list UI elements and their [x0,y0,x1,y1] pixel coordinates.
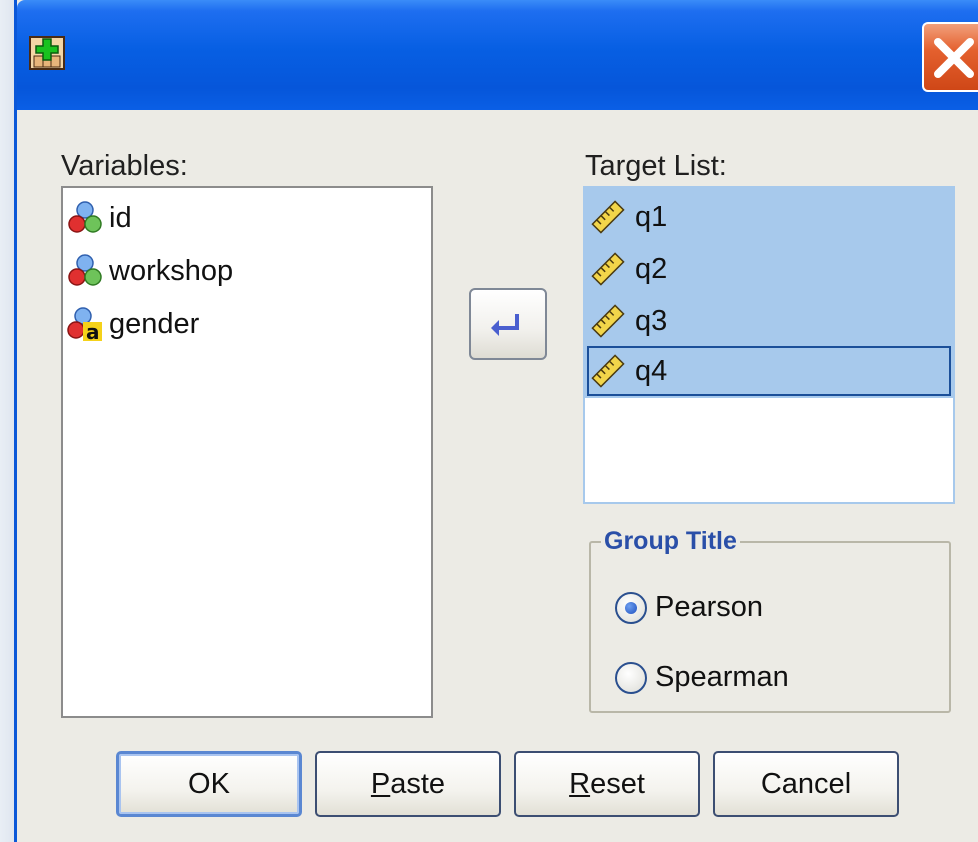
variables-label: Variables: [61,150,188,182]
scale-ruler-icon [591,200,625,234]
ok-label: OK [188,767,230,800]
list-item[interactable]: q2 [589,244,949,294]
target-name: q1 [635,200,668,233]
list-item[interactable]: q3 [589,296,949,346]
desktop-edge [0,0,14,842]
variable-name: id [109,201,132,234]
ok-button[interactable]: OK [116,751,302,817]
variable-name: gender [109,307,200,340]
nominal-string-icon: a [67,307,102,342]
list-item[interactable]: id [67,192,132,244]
paste-accelerator: P [370,767,391,800]
variable-name: workshop [109,254,234,287]
scale-ruler-icon [591,304,625,338]
target-name: q3 [635,304,668,337]
radio-button-checked[interactable] [615,591,647,624]
group-box: Group Title Pearson Spearman [589,527,951,713]
target-name: q4 [635,354,668,387]
list-item[interactable]: workshop [67,245,233,297]
svg-text:a: a [86,320,100,342]
reset-accelerator: R [569,767,591,800]
nominal-numeric-icon [68,254,102,286]
list-item[interactable]: q1 [589,192,949,242]
radio-label: Spearman [655,661,789,693]
list-item[interactable]: q4 [587,346,951,396]
cancel-button[interactable]: Cancel [713,751,899,817]
radio-button[interactable] [615,661,647,694]
group-title: Group Title [601,527,740,556]
arrow-left-icon [491,314,519,336]
move-variable-button[interactable] [469,288,547,360]
target-list[interactable]: q1 q2 q3 q4 [583,186,955,504]
radio-label: Pearson [655,591,764,623]
radio-pearson[interactable]: Pearson [615,591,763,624]
nominal-numeric-icon [68,201,102,233]
list-item[interactable]: a gender [67,298,199,350]
scale-ruler-icon [591,252,625,286]
cancel-label: Cancel [760,767,852,800]
paste-button[interactable]: Paste [315,751,501,817]
variables-list[interactable]: id workshop a gender [61,186,433,718]
app-icon [29,36,65,70]
target-name: q2 [635,252,668,285]
scale-ruler-icon [591,354,625,388]
paste-label: aste [390,767,446,800]
close-icon [934,38,974,78]
radio-spearman[interactable]: Spearman [615,661,789,694]
reset-button[interactable]: Reset [514,751,700,817]
reset-label: eset [590,767,645,800]
title-bar[interactable] [17,0,978,110]
target-list-label: Target List: [585,150,727,182]
dialog-window: Variables: id workshop a gender Target L… [14,0,978,842]
close-button[interactable] [922,22,978,92]
